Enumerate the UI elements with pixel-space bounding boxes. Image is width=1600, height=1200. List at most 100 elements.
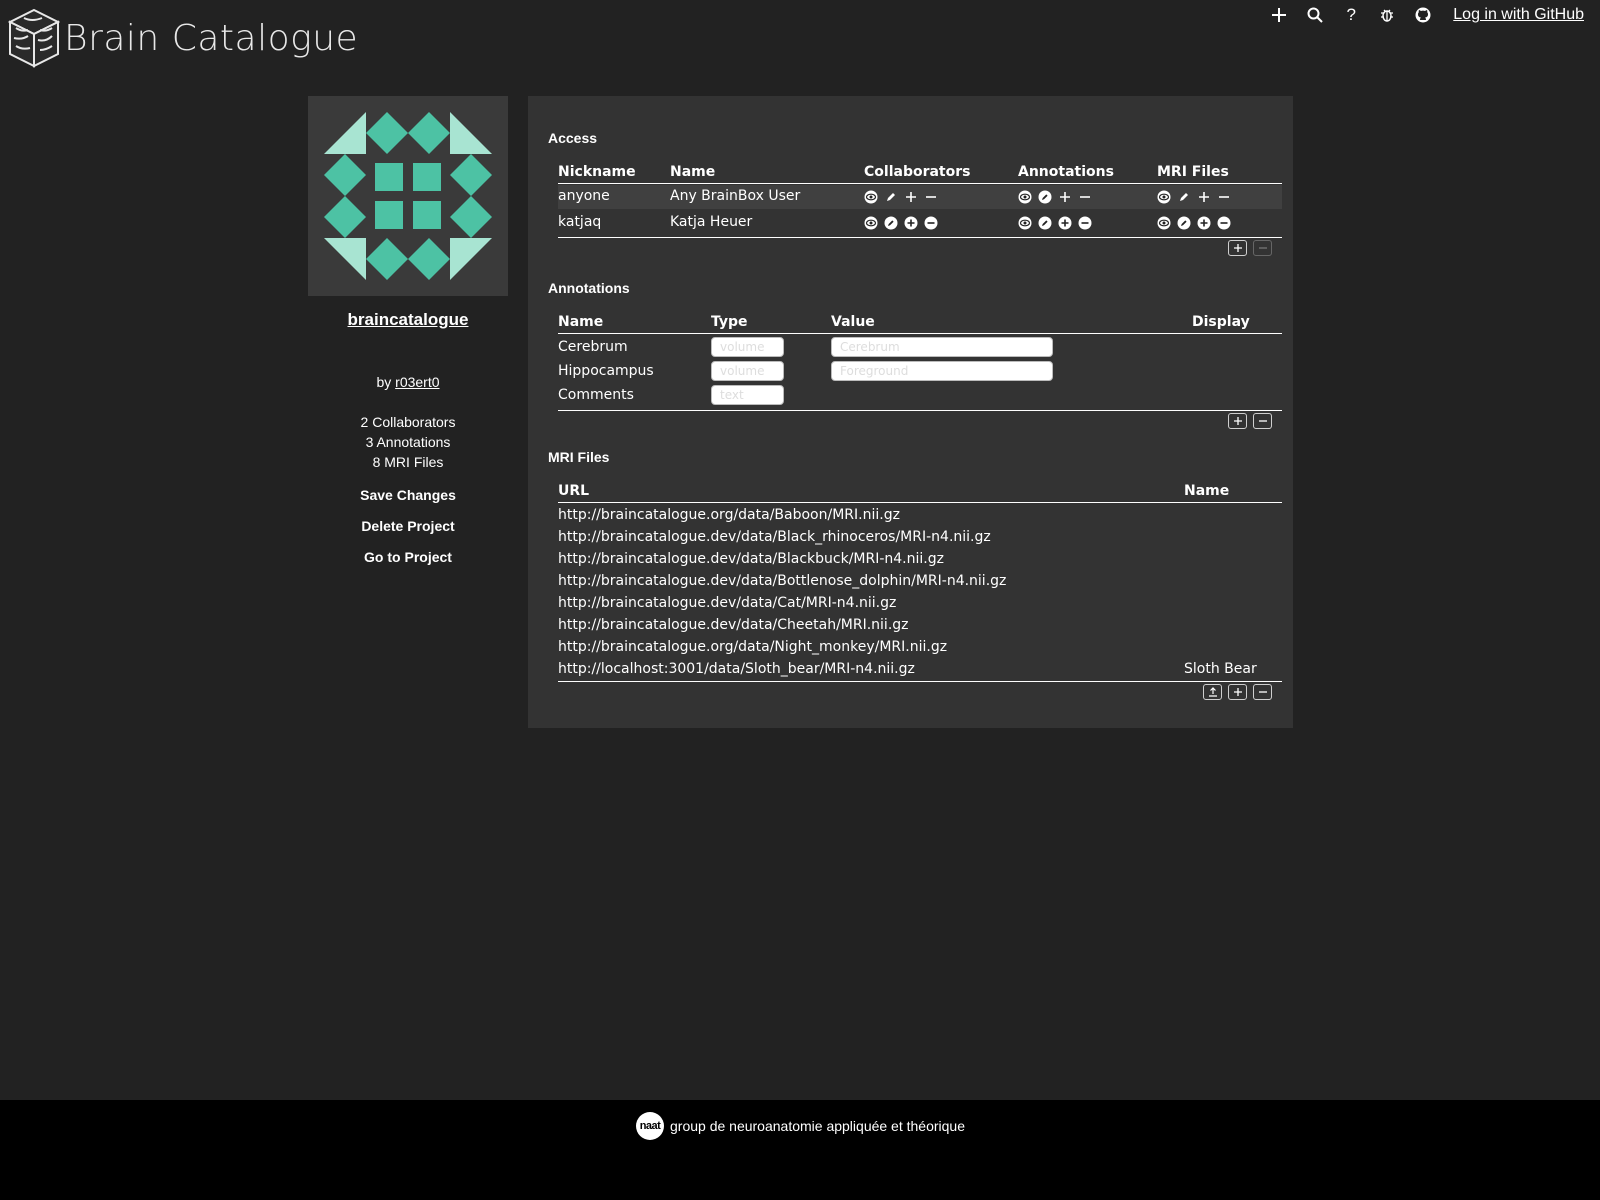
- collaborators-permissions: [864, 190, 938, 204]
- go-to-project-button[interactable]: Go to Project: [308, 548, 508, 567]
- mri-header-name: Name: [1184, 483, 1230, 499]
- mri-file-name[interactable]: Sloth Bear: [1184, 661, 1257, 677]
- edit-pencil-circle-icon[interactable]: [884, 216, 898, 230]
- add-plus-icon[interactable]: [904, 190, 918, 204]
- remove-annotation-button[interactable]: [1253, 413, 1272, 429]
- access-header-name: Name: [670, 164, 716, 180]
- remove-minus-circle-icon[interactable]: [924, 216, 938, 230]
- project-settings-panel: Access Nickname Name Collaborators Annot…: [528, 96, 1293, 728]
- annotations-table: Name Type Value Display Cerebrum volume …: [558, 314, 1282, 429]
- access-header-nickname: Nickname: [558, 164, 636, 180]
- access-table: Nickname Name Collaborators Annotations …: [558, 164, 1282, 256]
- mri-file-url[interactable]: http://braincatalogue.dev/data/Cat/MRI-n…: [558, 595, 896, 611]
- access-row-katjaq: katjaq Katja Heuer: [558, 211, 1282, 235]
- mri-file-row: http://localhost:3001/data/Sloth_bear/MR…: [558, 659, 1282, 681]
- bug-icon[interactable]: [1369, 4, 1405, 26]
- access-row-anyone: anyone Any BrainBox User: [558, 185, 1282, 209]
- access-table-bottom-divider: [558, 237, 1282, 238]
- access-nickname: katjaq: [558, 214, 602, 230]
- login-github-link[interactable]: Log in with GitHub: [1453, 6, 1584, 24]
- github-icon[interactable]: [1405, 4, 1441, 26]
- add-annotation-button[interactable]: [1228, 413, 1247, 429]
- mri-file-url[interactable]: http://braincatalogue.org/data/Baboon/MR…: [558, 507, 900, 523]
- view-eye-icon[interactable]: [1157, 190, 1171, 204]
- add-collaborator-button[interactable]: [1228, 240, 1247, 256]
- annotations-header-display: Display: [1192, 314, 1250, 330]
- remove-minus-circle-icon[interactable]: [1078, 216, 1092, 230]
- annotations-table-bottom-divider: [558, 410, 1282, 411]
- view-eye-icon[interactable]: [864, 216, 878, 230]
- annotation-row: Hippocampus volume Foreground: [558, 360, 1282, 384]
- project-name-link[interactable]: braincatalogue: [308, 310, 508, 330]
- upload-icon[interactable]: [1203, 684, 1222, 700]
- help-icon[interactable]: ?: [1333, 4, 1369, 26]
- add-plus-icon[interactable]: [1197, 190, 1211, 204]
- owner-link[interactable]: r03ert0: [395, 374, 439, 390]
- mri-file-url[interactable]: http://braincatalogue.dev/data/Blackbuck…: [558, 551, 944, 567]
- add-plus-circle-icon[interactable]: [1197, 216, 1211, 230]
- mri-header-divider: [558, 502, 1282, 503]
- edit-pencil-circle-icon[interactable]: [1038, 216, 1052, 230]
- mri-file-url[interactable]: http://localhost:3001/data/Sloth_bear/MR…: [558, 661, 915, 677]
- collaborators-count: 2 Collaborators: [360, 414, 456, 430]
- remove-mri-file-button[interactable]: [1253, 684, 1272, 700]
- remove-minus-circle-icon[interactable]: [1217, 216, 1231, 230]
- save-changes-button[interactable]: Save Changes: [308, 486, 508, 505]
- project-owner-line: by r03ert0: [308, 374, 508, 390]
- add-plus-circle-icon[interactable]: [904, 216, 918, 230]
- access-header-annotations: Annotations: [1018, 164, 1114, 180]
- collaborators-permissions: [864, 216, 938, 230]
- mri-file-row: http://braincatalogue.dev/data/Cheetah/M…: [558, 615, 1282, 637]
- mri-file-row: http://braincatalogue.dev/data/Bottlenos…: [558, 571, 1282, 593]
- delete-project-button[interactable]: Delete Project: [308, 517, 508, 536]
- mri-file-url[interactable]: http://braincatalogue.dev/data/Bottlenos…: [558, 573, 1006, 589]
- remove-minus-icon[interactable]: [1217, 190, 1231, 204]
- annotation-name: Cerebrum: [558, 339, 628, 355]
- add-plus-circle-icon[interactable]: [1058, 216, 1072, 230]
- add-plus-icon[interactable]: [1058, 190, 1072, 204]
- mri-file-url[interactable]: http://braincatalogue.org/data/Night_mon…: [558, 639, 947, 655]
- annotation-value-input[interactable]: Foreground: [831, 361, 1053, 381]
- remove-collaborator-button[interactable]: [1253, 240, 1272, 256]
- annotations-count: 3 Annotations: [365, 434, 451, 450]
- app-logo[interactable]: Brain Catalogue: [8, 8, 358, 68]
- by-label: by: [376, 374, 392, 390]
- view-eye-icon[interactable]: [1018, 216, 1032, 230]
- edit-pencil-circle-icon[interactable]: [1038, 190, 1052, 204]
- naat-logo[interactable]: naat: [636, 1112, 664, 1140]
- mri-file-row: http://braincatalogue.dev/data/Cat/MRI-n…: [558, 593, 1282, 615]
- view-eye-icon[interactable]: [1018, 190, 1032, 204]
- view-eye-icon[interactable]: [1157, 216, 1171, 230]
- annotation-type-select[interactable]: volume: [711, 361, 784, 381]
- access-section-title: Access: [548, 130, 598, 146]
- annotations-permissions: [1018, 190, 1092, 204]
- access-name: Katja Heuer: [670, 214, 753, 230]
- annotation-type-select[interactable]: volume: [711, 337, 784, 357]
- mri-files-table: URL Name http://braincatalogue.org/data/…: [558, 483, 1282, 713]
- remove-minus-icon[interactable]: [1078, 190, 1092, 204]
- plus-icon[interactable]: [1261, 4, 1297, 26]
- mri-header-url: URL: [558, 483, 590, 499]
- access-nickname: anyone: [558, 188, 610, 204]
- annotation-value-input[interactable]: Cerebrum: [831, 337, 1053, 357]
- access-header-mri-files: MRI Files: [1157, 164, 1229, 180]
- remove-minus-icon[interactable]: [924, 190, 938, 204]
- search-icon[interactable]: [1297, 4, 1333, 26]
- annotations-row-controls: [1228, 413, 1272, 429]
- annotation-row: Cerebrum volume Cerebrum: [558, 336, 1282, 360]
- mri-file-row: http://braincatalogue.org/data/Baboon/MR…: [558, 505, 1282, 527]
- annotations-header-divider: [558, 333, 1282, 334]
- mri-file-url[interactable]: http://braincatalogue.dev/data/Cheetah/M…: [558, 617, 909, 633]
- view-eye-icon[interactable]: [864, 190, 878, 204]
- add-mri-file-button[interactable]: [1228, 684, 1247, 700]
- mri-file-url[interactable]: http://braincatalogue.dev/data/Black_rhi…: [558, 529, 991, 545]
- edit-pencil-icon[interactable]: [1177, 190, 1191, 204]
- mri-file-row: http://braincatalogue.org/data/Night_mon…: [558, 637, 1282, 659]
- annotations-section-title: Annotations: [548, 280, 630, 296]
- help-icon-glyph: ?: [1346, 5, 1356, 24]
- edit-pencil-circle-icon[interactable]: [1177, 216, 1191, 230]
- annotation-type-select[interactable]: text: [711, 385, 784, 405]
- access-row-controls: [1228, 240, 1272, 256]
- edit-pencil-icon[interactable]: [884, 190, 898, 204]
- mri-row-controls: [1203, 684, 1272, 700]
